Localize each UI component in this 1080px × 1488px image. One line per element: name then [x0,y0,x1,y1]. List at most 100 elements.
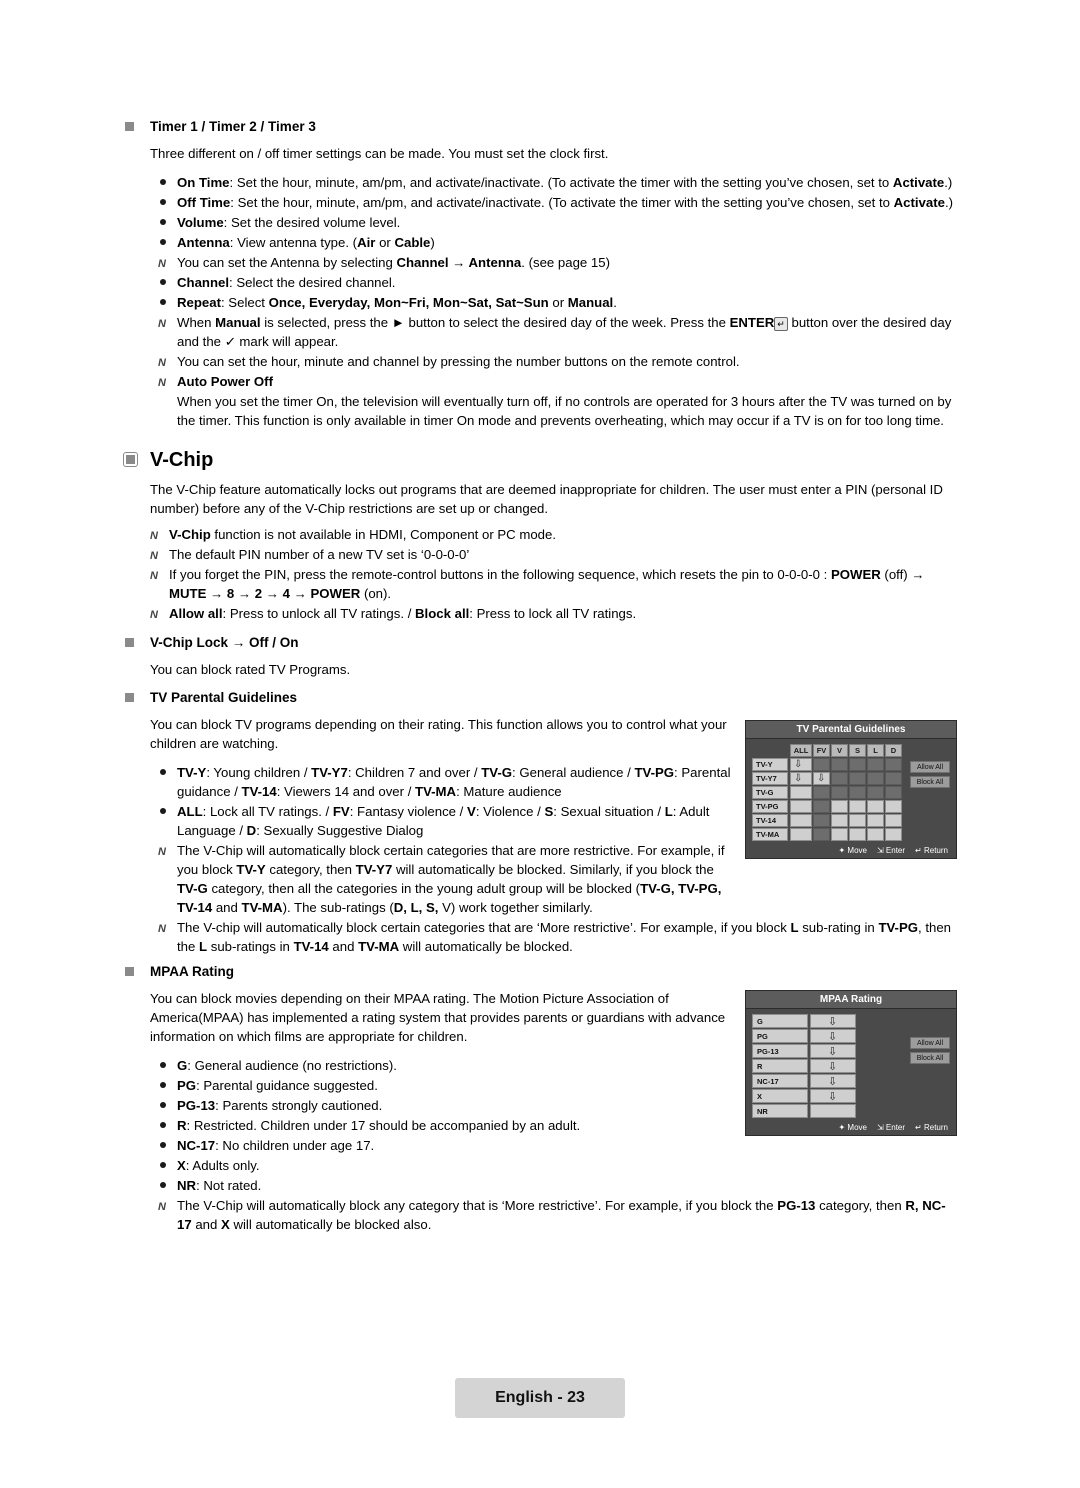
cell-tv-ma-l[interactable] [867,828,884,841]
cell-tv-g-all[interactable] [790,786,812,799]
mpaa-cell-nr[interactable] [810,1104,856,1118]
bullet-antenna-text: : View antenna type. (Air or Cable) [229,235,435,250]
cell-tv-14-s[interactable] [849,814,866,827]
row-label-tv-pg[interactable]: TV-PG [752,800,788,813]
note-manual: N When Manual is selected, press the ► b… [125,313,955,351]
tv-parental-intro: You can block TV programs depending on t… [150,717,727,751]
note-icon: N [158,258,166,270]
mpaa-cell-pg[interactable]: ⇩ [810,1029,856,1043]
col-header-fv: FV [813,744,830,757]
vchip-intro: The V-Chip feature automatically locks o… [150,482,943,516]
footer-return: ↵ Return [915,846,948,855]
bullet-volume-text: : Set the desired volume level. [223,215,401,230]
vchip-note-1-text: V-Chip function is not available in HDMI… [169,527,557,542]
note-antenna: N You can set the Antenna by selecting C… [125,253,955,272]
footer-return: ↵ Return [915,1123,948,1132]
cell-tv-ma-s[interactable] [849,828,866,841]
tv-parental-cells: ALL FV V S L D ⇩ ⇩ ⇩ [790,744,950,842]
block-all-button[interactable]: Block All [910,776,950,788]
vchip-lock-heading: V-Chip Lock → Off / On [125,634,955,652]
note-numbers-text: You can set the hour, minute and channel… [177,354,740,369]
mpaa-cell-g[interactable]: ⇩ [810,1014,856,1028]
lock-icon: ⇩ [828,1046,838,1058]
mpaa-note: N The V-Chip will automatically block an… [125,1196,955,1234]
row-label-tv-y7[interactable]: TV-Y7 [752,772,788,785]
cell-tv-y-all[interactable]: ⇩ [790,758,812,771]
table-row [790,828,950,841]
bullet-repeat-label: Repeat [177,295,221,310]
row-label-tv-ma[interactable]: TV-MA [752,828,788,841]
auto-power-off-text: When you set the timer On, the televisio… [177,394,952,428]
mpaa-row-label-x[interactable]: X [752,1089,808,1103]
note-icon: N [158,1201,166,1213]
cell-tv-14-l[interactable] [867,814,884,827]
row-label-tv-g[interactable]: TV-G [752,786,788,799]
tv-parental-side-buttons: Allow All Block All [910,761,950,791]
cell-tv-ma-d[interactable] [885,828,902,841]
cell-tv-y7-fv[interactable]: ⇩ [813,772,830,785]
cell-tv-ma-v[interactable] [831,828,848,841]
vchip-note-2-text: The default PIN number of a new TV set i… [169,547,470,562]
mpaa-row-label-pg[interactable]: PG [752,1029,808,1043]
cell-tv-pg-s[interactable] [849,800,866,813]
note-icon: N [158,357,166,369]
col-header-l: L [867,744,884,757]
tv-parental-grid: TV-Y TV-Y7 TV-G TV-PG TV-14 TV-MA ALL FV… [752,744,950,842]
mpaa-cell-pg13[interactable]: ⇩ [810,1044,856,1058]
tv-parental-heading: TV Parental Guidelines [125,689,955,707]
mpaa-row-label-r[interactable]: R [752,1059,808,1073]
block-all-button[interactable]: Block All [910,1052,950,1064]
vchip-note-4-text: Allow all: Press to unlock all TV rating… [169,606,637,621]
cell-tv-pg-v[interactable] [831,800,848,813]
bullet-volume: Volume: Set the desired volume level. [125,213,955,232]
allow-all-button[interactable]: Allow All [910,761,950,773]
bullet-antenna: Antenna: View antenna type. (Air or Cabl… [125,233,955,252]
table-row [790,800,950,813]
cell-tv-y7-v [831,772,848,785]
tv-parental-osd-footer: ✦ Move ⇲ Enter ↵ Return [746,844,956,858]
vchip-note-4: N Allow all: Press to unlock all TV rati… [125,604,955,623]
bullet-antenna-label: Antenna [177,235,230,250]
bullet-on-time-label: On Time [177,175,230,190]
note-icon: N [158,377,166,389]
cell-tv-y7-all[interactable]: ⇩ [790,772,812,785]
mpaa-osd-footer: ✦ Move ⇲ Enter ↵ Return [746,1121,956,1135]
cell-tv-y-fv [813,758,830,771]
mpaa-row-label-nc17[interactable]: NC-17 [752,1074,808,1088]
mpaa-row-label-nr[interactable]: NR [752,1104,808,1118]
cell-tv-14-v[interactable] [831,814,848,827]
row-label-tv-14[interactable]: TV-14 [752,814,788,827]
lock-icon: ⇩ [828,1091,838,1103]
mpaa-intro: You can block movies depending on their … [150,991,726,1044]
mpaa-cell-x[interactable]: ⇩ [810,1089,856,1103]
mpaa-row-label-g[interactable]: G [752,1014,808,1028]
footer-enter: ⇲ Enter [876,846,906,855]
mpaa-cell-nc17[interactable]: ⇩ [810,1074,856,1088]
auto-power-off-heading: Auto Power Off [177,374,273,389]
cell-tv-pg-l[interactable] [867,800,884,813]
tv-parental-column-headers: ALL FV V S L D [790,744,950,757]
tv-parental-osd: TV Parental Guidelines TV-Y TV-Y7 TV-G T… [745,720,957,859]
row-label-tv-y[interactable]: TV-Y [752,758,788,771]
cell-tv-14-d[interactable] [885,814,902,827]
mpaa-heading: MPAA Rating [125,963,955,981]
cell-tv-pg-d[interactable] [885,800,902,813]
cell-tv-pg-all[interactable] [790,800,812,813]
bullet-off-time: Off Time: Set the hour, minute, am/pm, a… [125,193,955,212]
allow-all-button[interactable]: Allow All [910,1037,950,1049]
mpaa-osd: MPAA Rating G ⇩ PG ⇩ PG-13 ⇩ R ⇩ NC-17 ⇩ [745,990,957,1136]
bullet-volume-label: Volume [177,215,224,230]
cell-tv-14-all[interactable] [790,814,812,827]
col-header-d: D [885,744,902,757]
mpaa-row-label-pg13[interactable]: PG-13 [752,1044,808,1058]
cell-tv-ma-all[interactable] [790,828,812,841]
cell-tv-y-v [831,758,848,771]
timer-heading: Timer 1 / Timer 2 / Timer 3 [125,118,955,136]
mpaa-cell-r[interactable]: ⇩ [810,1059,856,1073]
vchip-note-1: N V-Chip function is not available in HD… [125,525,955,544]
bullet-on-time-text: : Set the hour, minute, am/pm, and activ… [229,175,953,190]
col-header-s: S [849,744,866,757]
note-antenna-text: You can set the Antenna by selecting Cha… [177,255,610,270]
col-header-all: ALL [790,744,812,757]
lock-icon: ⇩ [828,1031,838,1043]
